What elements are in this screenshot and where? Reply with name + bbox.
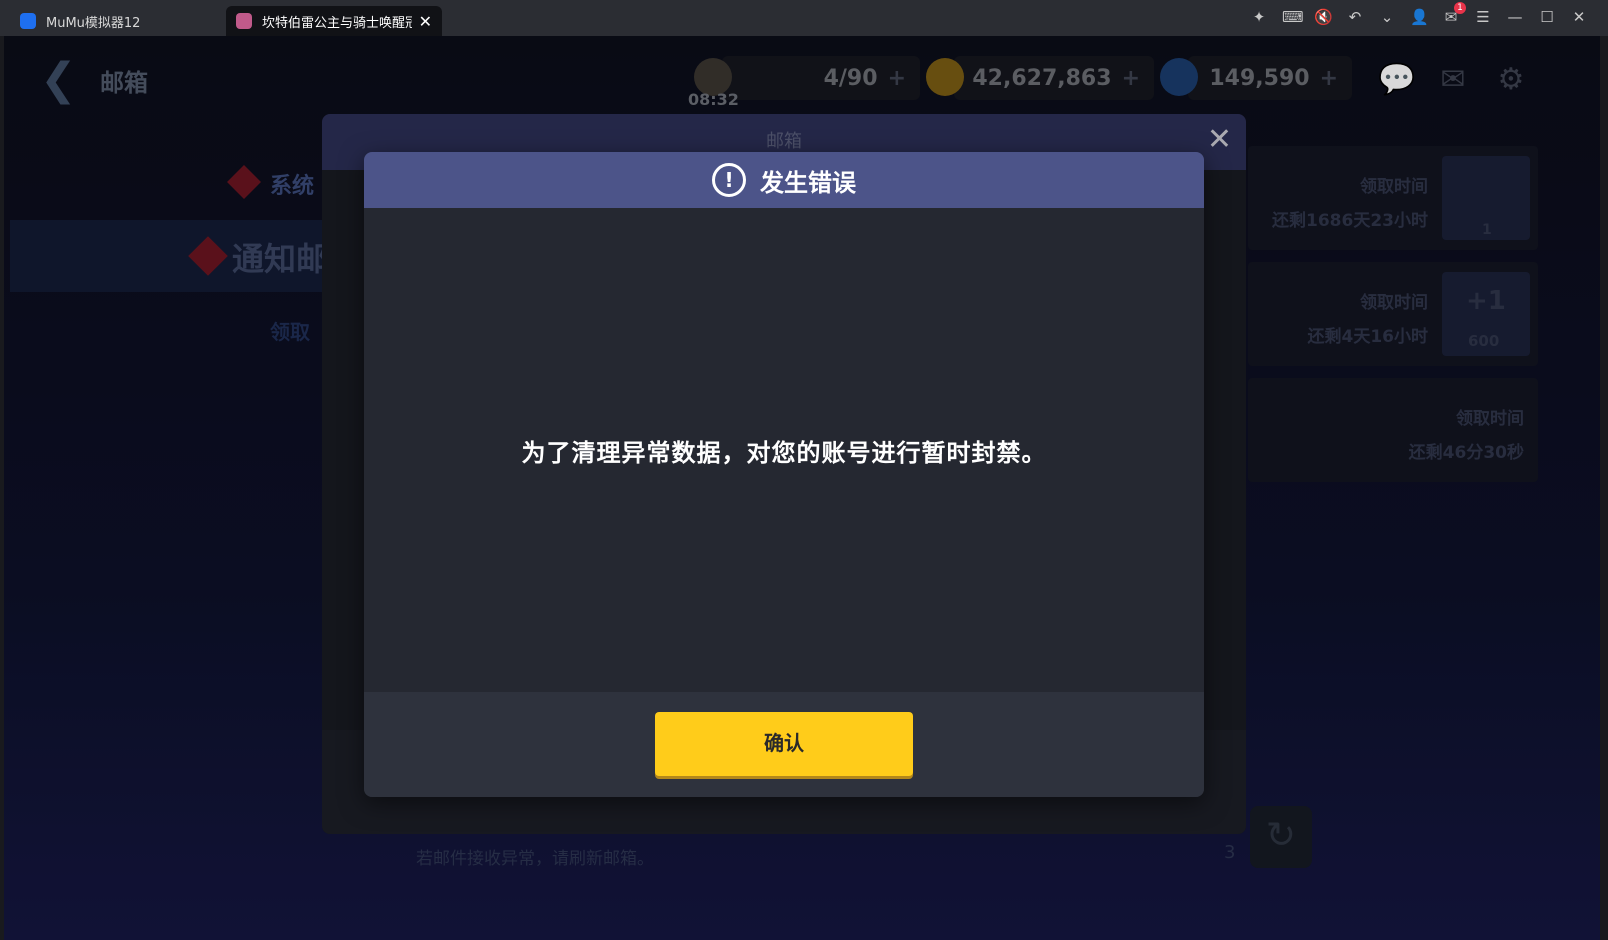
- tab-label: 坎特伯雷公主与骑士唤醒冠军: [262, 15, 412, 31]
- confirm-button[interactable]: 确认: [655, 712, 913, 776]
- keyboard-icon[interactable]: ⌨: [1282, 8, 1304, 26]
- game-icon: [236, 13, 252, 29]
- tab-game[interactable]: 坎特伯雷公主与骑士唤醒冠军 ✕: [226, 6, 442, 36]
- minimize-icon[interactable]: —: [1506, 8, 1524, 26]
- dialog-header: ! 发生错误: [364, 152, 1204, 208]
- mail-badge: 1: [1454, 2, 1466, 14]
- error-dialog: ! 发生错误 为了清理异常数据，对您的账号进行暂时封禁。 确认: [364, 152, 1204, 797]
- tab-mumu[interactable]: MuMu模拟器12: [10, 6, 220, 36]
- close-window-icon[interactable]: ✕: [1570, 8, 1588, 26]
- mail-icon[interactable]: ✉ 1: [1442, 2, 1466, 26]
- mumu-icon: [20, 13, 36, 29]
- chevron-down-icon[interactable]: ⌄: [1378, 8, 1396, 26]
- tab-label: MuMu模拟器12: [46, 15, 141, 31]
- dialog-footer: 确认: [364, 692, 1204, 797]
- user-icon[interactable]: 👤: [1410, 8, 1429, 26]
- dialog-title: 发生错误: [760, 168, 856, 197]
- shark-icon[interactable]: ✦: [1250, 8, 1268, 26]
- toolbar: ✦ ⌨ 🔇 ↶ ⌄ 👤 ✉ 1 ☰ — ☐ ✕: [1250, 2, 1588, 26]
- maximize-icon[interactable]: ☐: [1538, 8, 1556, 26]
- exclamation-icon: !: [712, 163, 746, 197]
- window-titlebar: MuMu模拟器12 坎特伯雷公主与骑士唤醒冠军 ✕ ✦ ⌨ 🔇 ↶ ⌄ 👤 ✉1…: [0, 0, 1608, 36]
- menu-icon[interactable]: ☰: [1474, 8, 1492, 26]
- close-tab-icon[interactable]: ✕: [419, 12, 432, 31]
- dialog-body: 为了清理异常数据，对您的账号进行暂时封禁。: [364, 208, 1204, 692]
- undo-icon[interactable]: ↶: [1346, 8, 1364, 26]
- mute-icon[interactable]: 🔇: [1314, 8, 1333, 26]
- error-message: 为了清理异常数据，对您的账号进行暂时封禁。: [521, 438, 1047, 467]
